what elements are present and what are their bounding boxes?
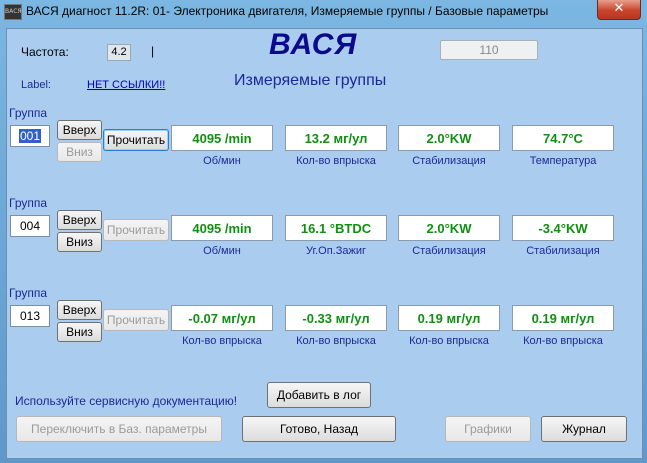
add-to-log-button[interactable]: Добавить в лог	[267, 382, 371, 408]
measure-value: 4095 /min	[171, 125, 273, 151]
measure-value: 0.19 мг/ул	[512, 305, 614, 331]
measure-caption: Стабилизация	[412, 155, 486, 167]
group-up-button[interactable]: Вверх	[57, 210, 102, 230]
graphs-button[interactable]: Графики	[445, 416, 531, 442]
group-label: Группа	[9, 196, 48, 210]
journal-button[interactable]: Журнал	[541, 416, 627, 442]
measure-caption: Стабилизация	[412, 245, 486, 257]
main-panel: Частота: 4.2 | ВАСЯ 110 Label: НЕТ ССЫЛК…	[6, 28, 643, 459]
label-caption: Label:	[21, 79, 51, 91]
group-down-button[interactable]: Вниз	[57, 232, 102, 252]
measure-value: 13.2 мг/ул	[285, 125, 387, 151]
measure-value: -3.4°KW	[512, 215, 614, 241]
measure-value: 16.1 °BTDC	[285, 215, 387, 241]
measure-caption: Кол-во впрыска	[523, 335, 603, 347]
measure-caption: Кол-во впрыска	[409, 335, 489, 347]
measure-value: 74.7°C	[512, 125, 614, 151]
measure-caption: Кол-во впрыска	[296, 155, 376, 167]
switch-basic-params-button[interactable]: Переключить в Баз. параметры	[16, 416, 222, 442]
group-number-value: 013	[19, 309, 41, 323]
group-label: Группа	[9, 106, 48, 120]
service-hint: Используйте сервисную документацию!	[15, 394, 238, 408]
label-link[interactable]: НЕТ ССЫЛКИ!!	[87, 79, 165, 91]
frequency-value: 4.2	[107, 44, 131, 61]
measure-caption: Об/мин	[203, 245, 241, 257]
measure-caption: Об/мин	[203, 155, 241, 167]
group-up-button[interactable]: Вверх	[57, 300, 102, 320]
group-down-button[interactable]: Вниз	[57, 142, 102, 162]
measure-caption: Уг.Оп.Зажиг	[305, 245, 367, 257]
group-up-button[interactable]: Вверх	[57, 120, 102, 140]
group-down-button[interactable]: Вниз	[57, 322, 102, 342]
group-number-value: 001	[18, 129, 42, 143]
frequency-indicator: |	[151, 44, 155, 58]
measure-value: -0.07 мг/ул	[171, 305, 273, 331]
measure-value: 2.0°KW	[398, 125, 500, 151]
page-heading: Измеряемые группы	[234, 72, 387, 89]
group-number-value: 004	[19, 219, 41, 233]
read-group-button[interactable]: Прочитать	[103, 219, 169, 241]
group-number-input[interactable]: 013	[10, 305, 50, 327]
frequency-label: Частота:	[21, 45, 69, 59]
read-group-button[interactable]: Прочитать	[103, 129, 169, 151]
measure-value: 0.19 мг/ул	[398, 305, 500, 331]
group-label: Группа	[9, 286, 48, 300]
close-button[interactable]: ✕	[597, 0, 641, 20]
title-bar: ВАСЯ ВАСЯ диагност 11.2R: 01- Электроник…	[0, 0, 647, 24]
done-back-button[interactable]: Готово, Назад	[242, 416, 396, 442]
window-title: ВАСЯ диагност 11.2R: 01- Электроника дви…	[26, 4, 549, 18]
app-window: ВАСЯ ВАСЯ диагност 11.2R: 01- Электроник…	[0, 0, 647, 463]
ecu-box: 110	[440, 40, 538, 60]
read-group-button[interactable]: Прочитать	[103, 309, 169, 331]
measure-value: -0.33 мг/ул	[285, 305, 387, 331]
app-logo: ВАСЯ	[269, 28, 358, 61]
measure-caption: Кол-во впрыска	[296, 335, 376, 347]
measure-caption: Температура	[529, 155, 597, 167]
measure-value: 4095 /min	[171, 215, 273, 241]
measure-caption: Кол-во впрыска	[182, 335, 262, 347]
measure-caption: Стабилизация	[526, 245, 600, 257]
group-number-input[interactable]: 001	[10, 125, 50, 147]
measure-value: 2.0°KW	[398, 215, 500, 241]
app-icon: ВАСЯ	[4, 4, 22, 20]
group-number-input[interactable]: 004	[10, 215, 50, 237]
